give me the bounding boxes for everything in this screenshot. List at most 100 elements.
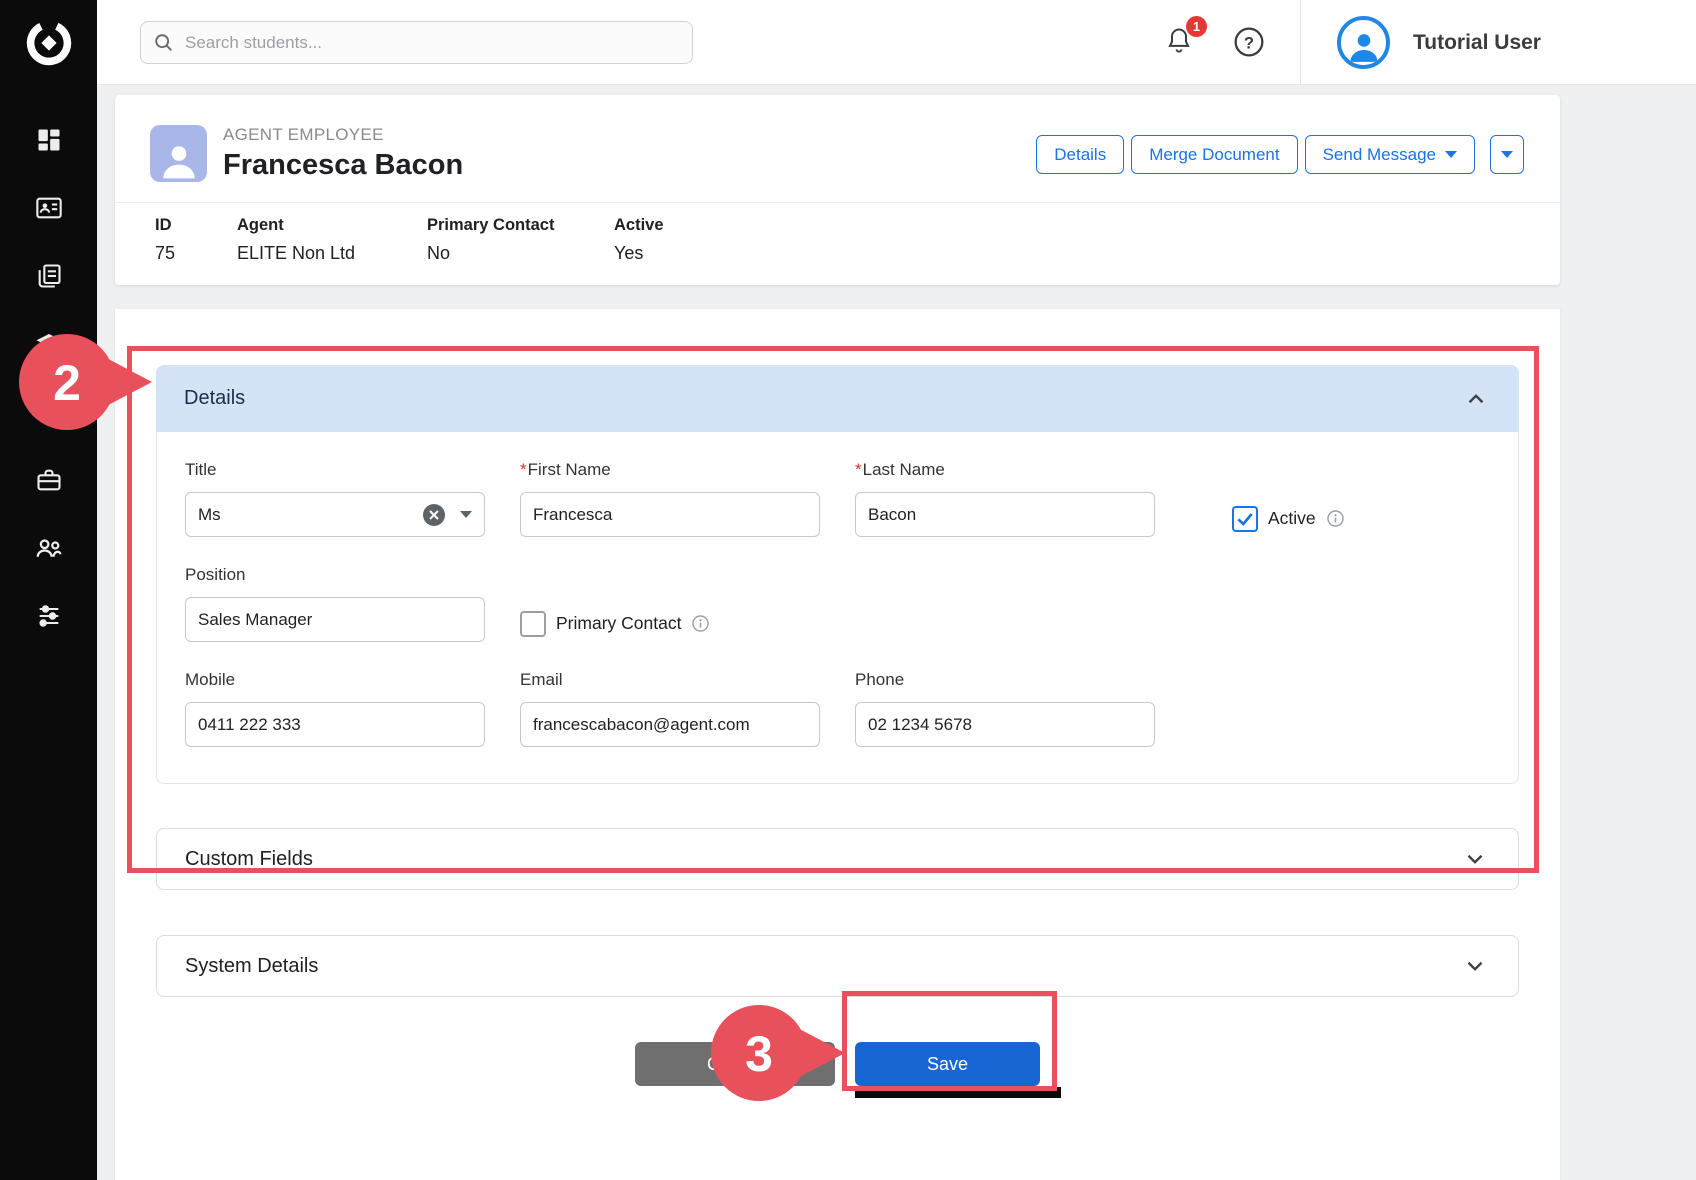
phone-field: Phone	[855, 670, 1155, 747]
sidebar-item-courses[interactable]	[0, 378, 97, 446]
first-name-field: * First Name	[520, 460, 820, 537]
details-section-header[interactable]: Details	[156, 365, 1519, 432]
search-input[interactable]	[185, 33, 680, 53]
help-icon: ?	[1233, 26, 1265, 58]
app-logo[interactable]	[0, 0, 97, 85]
primary-contact-label: Primary Contact	[427, 216, 614, 235]
archive-box-icon	[35, 398, 63, 426]
active-value: Yes	[614, 243, 664, 264]
first-name-input[interactable]	[520, 492, 820, 537]
entity-type-label: AGENT EMPLOYEE	[223, 125, 463, 145]
id-label: ID	[155, 216, 237, 235]
chevron-down-icon	[1462, 846, 1488, 872]
last-name-input[interactable]	[855, 492, 1155, 537]
person-icon	[157, 138, 201, 182]
contact-card-icon	[35, 194, 63, 222]
sidebar-item-agents[interactable]	[0, 514, 97, 582]
system-details-section-header[interactable]: System Details	[156, 935, 1519, 997]
custom-fields-section-header[interactable]: Custom Fields	[156, 828, 1519, 890]
send-message-button-label: Send Message	[1323, 145, 1436, 165]
tune-sliders-icon	[35, 602, 63, 630]
svg-text:?: ?	[1244, 33, 1254, 52]
mobile-input[interactable]	[185, 702, 485, 747]
info-icon	[1326, 509, 1345, 528]
documents-icon	[35, 262, 63, 290]
position-field: Position	[185, 565, 485, 642]
chevron-down-icon	[1462, 953, 1488, 979]
first-name-label: * First Name	[520, 460, 820, 480]
primary-contact-checkbox-block: Primary Contact	[520, 565, 710, 642]
topbar-divider	[1300, 0, 1301, 85]
position-input[interactable]	[185, 597, 485, 642]
caret-down-icon	[460, 511, 472, 518]
details-button-label: Details	[1054, 145, 1106, 165]
mobile-label: Mobile	[185, 670, 485, 690]
graduation-cap-icon	[34, 329, 64, 359]
required-marker: *	[520, 460, 527, 480]
page-title: Francesca Bacon	[223, 149, 463, 182]
clear-icon[interactable]	[422, 503, 446, 527]
sidebar-item-settings[interactable]	[0, 582, 97, 650]
agent-link[interactable]: ELITE Non Ltd	[237, 243, 427, 264]
id-value: 75	[155, 243, 237, 264]
search-icon	[153, 32, 175, 54]
active-label: Active	[614, 216, 664, 235]
caret-down-icon	[1445, 151, 1457, 158]
details-section-title: Details	[184, 387, 245, 410]
phone-input[interactable]	[855, 702, 1155, 747]
chevron-up-icon	[1463, 386, 1489, 412]
details-button[interactable]: Details	[1036, 135, 1124, 174]
title-select[interactable]: Ms	[185, 492, 485, 537]
primary-contact-checkbox-label: Primary Contact	[556, 613, 681, 634]
send-message-button[interactable]: Send Message	[1305, 135, 1475, 174]
last-name-field: * Last Name	[855, 460, 1155, 537]
save-button[interactable]: Save	[855, 1042, 1040, 1086]
sidebar	[0, 0, 97, 1180]
notifications-button[interactable]: 1	[1165, 25, 1199, 61]
title-field: Title Ms	[185, 460, 485, 537]
search-box	[140, 21, 693, 64]
agent-label: Agent	[237, 216, 427, 235]
briefcase-icon	[35, 466, 63, 494]
people-icon	[34, 533, 64, 563]
cancel-button[interactable]: Cancel	[635, 1042, 835, 1086]
user-name[interactable]: Tutorial User	[1413, 0, 1541, 85]
entity-avatar	[150, 125, 207, 182]
form-card: Details Title Ms	[115, 309, 1560, 1180]
merge-document-button-label: Merge Document	[1149, 145, 1279, 165]
sidebar-item-dashboard[interactable]	[0, 106, 97, 174]
active-checkbox-label: Active	[1268, 508, 1316, 529]
user-avatar[interactable]	[1337, 16, 1390, 69]
phone-label: Phone	[855, 670, 1155, 690]
primary-contact-checkbox[interactable]	[520, 611, 546, 637]
mobile-field: Mobile	[185, 670, 485, 747]
merge-document-button[interactable]: Merge Document	[1131, 135, 1297, 174]
last-name-label: * Last Name	[855, 460, 1155, 480]
help-button[interactable]: ?	[1233, 26, 1265, 58]
required-marker: *	[855, 460, 862, 480]
sidebar-item-students[interactable]	[0, 310, 97, 378]
title-select-value: Ms	[198, 505, 422, 525]
more-actions-button[interactable]	[1490, 135, 1524, 174]
topbar: 1 ? Tutorial User	[97, 0, 1696, 85]
active-checkbox-block: Active	[1232, 460, 1345, 537]
active-checkbox[interactable]	[1232, 506, 1258, 532]
notification-badge: 1	[1186, 16, 1207, 37]
info-icon	[691, 614, 710, 633]
check-icon	[1235, 509, 1255, 529]
sidebar-item-documents[interactable]	[0, 242, 97, 310]
details-section: Details Title Ms	[156, 365, 1519, 784]
sidebar-item-services[interactable]	[0, 446, 97, 514]
system-details-section-title: System Details	[185, 955, 318, 978]
email-field: Email	[520, 670, 820, 747]
primary-contact-value: No	[427, 243, 614, 264]
app-logo-icon	[23, 17, 75, 69]
custom-fields-section-title: Custom Fields	[185, 848, 313, 871]
sidebar-item-contacts[interactable]	[0, 174, 97, 242]
position-label: Position	[185, 565, 485, 585]
caret-down-icon	[1501, 151, 1513, 158]
title-label: Title	[185, 460, 485, 480]
email-input[interactable]	[520, 702, 820, 747]
dashboard-icon	[35, 126, 63, 154]
entity-header-card: AGENT EMPLOYEE Francesca Bacon Details M…	[115, 95, 1560, 285]
